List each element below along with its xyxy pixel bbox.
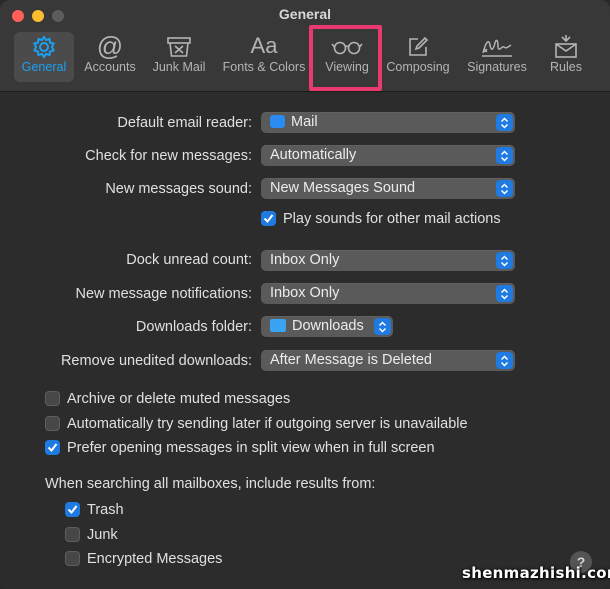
tab-label: General — [21, 60, 67, 74]
dock-count-label: Dock unread count: — [126, 252, 252, 268]
search-section-label: When searching all mailboxes, include re… — [45, 476, 376, 492]
search-encrypted-label: Encrypted Messages — [87, 551, 223, 567]
search-trash-checkbox[interactable] — [65, 502, 80, 517]
chevron-updown-icon — [374, 318, 391, 335]
tab-fonts-colors[interactable]: Aa Fonts & Colors — [218, 32, 310, 82]
popup-value: After Message is Deleted — [270, 352, 432, 368]
chevron-updown-icon — [496, 285, 513, 302]
tab-signatures[interactable]: Signatures — [464, 32, 530, 82]
popup-value: Inbox Only — [270, 285, 340, 301]
popup-value: Automatically — [270, 147, 357, 163]
rules-icon — [542, 32, 590, 60]
tab-accounts[interactable]: @ Accounts — [78, 32, 142, 82]
popup-value: Inbox Only — [270, 252, 340, 268]
at-icon: @ — [96, 31, 124, 61]
check-messages-label: Check for new messages: — [85, 148, 252, 164]
chevron-updown-icon — [496, 147, 513, 164]
chevron-updown-icon — [496, 114, 513, 131]
window-title: General — [278, 6, 332, 22]
viewing-highlight-box — [309, 25, 382, 91]
new-sound-popup[interactable]: New Messages Sound — [261, 178, 515, 199]
compose-icon — [386, 32, 450, 60]
split-view-label: Prefer opening messages in split view wh… — [67, 440, 435, 456]
search-trash-label: Trash — [87, 502, 124, 518]
notifications-popup[interactable]: Inbox Only — [261, 283, 515, 304]
chevron-updown-icon — [496, 252, 513, 269]
popup-value: Mail — [291, 114, 318, 130]
notifications-label: New message notifications: — [75, 286, 253, 302]
play-sounds-label: Play sounds for other mail actions — [283, 211, 501, 227]
chevron-updown-icon — [496, 352, 513, 369]
tab-label: Junk Mail — [152, 60, 206, 74]
new-sound-label: New messages sound: — [105, 181, 252, 197]
toolbar: General General @ Accounts Junk Mail Aa … — [0, 0, 610, 92]
tab-label: Fonts & Colors — [222, 60, 306, 74]
tab-rules[interactable]: Rules — [542, 32, 590, 82]
tab-composing[interactable]: Composing — [386, 32, 450, 82]
send-later-checkbox[interactable] — [45, 416, 60, 431]
fonts-icon: Aa — [250, 33, 278, 58]
search-encrypted-checkbox[interactable] — [65, 551, 80, 566]
gear-icon — [14, 32, 74, 60]
remove-downloads-popup[interactable]: After Message is Deleted — [261, 350, 515, 371]
remove-downloads-label: Remove unedited downloads: — [60, 353, 252, 369]
folder-icon — [270, 319, 286, 332]
play-sounds-checkbox[interactable] — [261, 211, 276, 226]
mail-preferences-window: General General @ Accounts Junk Mail Aa … — [0, 0, 610, 589]
default-reader-label: Default email reader: — [117, 115, 252, 131]
tab-label: Accounts — [84, 60, 136, 74]
junk-mail-icon — [148, 32, 210, 60]
mail-app-icon — [270, 115, 285, 128]
split-view-checkbox[interactable] — [45, 440, 60, 455]
popup-value: New Messages Sound — [270, 180, 416, 196]
send-later-label: Automatically try sending later if outgo… — [67, 416, 468, 432]
downloads-folder-popup[interactable]: Downloads — [261, 316, 393, 337]
tab-label: Signatures — [467, 60, 527, 74]
tab-label: Composing — [386, 60, 450, 74]
tab-general[interactable]: General — [14, 32, 74, 82]
archive-muted-checkbox[interactable] — [45, 391, 60, 406]
check-messages-popup[interactable]: Automatically — [261, 145, 515, 166]
downloads-folder-label: Downloads folder: — [135, 319, 252, 335]
search-junk-label: Junk — [87, 527, 118, 543]
search-junk-checkbox[interactable] — [65, 527, 80, 542]
popup-value: Downloads — [292, 318, 364, 334]
signature-icon — [464, 32, 530, 60]
chevron-updown-icon — [496, 180, 513, 197]
default-reader-popup[interactable]: Mail — [261, 112, 515, 133]
dock-count-popup[interactable]: Inbox Only — [261, 250, 515, 271]
watermark-text: shenmazhishi.com — [462, 564, 610, 582]
tab-junk-mail[interactable]: Junk Mail — [148, 32, 210, 82]
archive-muted-label: Archive or delete muted messages — [67, 391, 291, 407]
tab-label: Rules — [550, 60, 582, 74]
